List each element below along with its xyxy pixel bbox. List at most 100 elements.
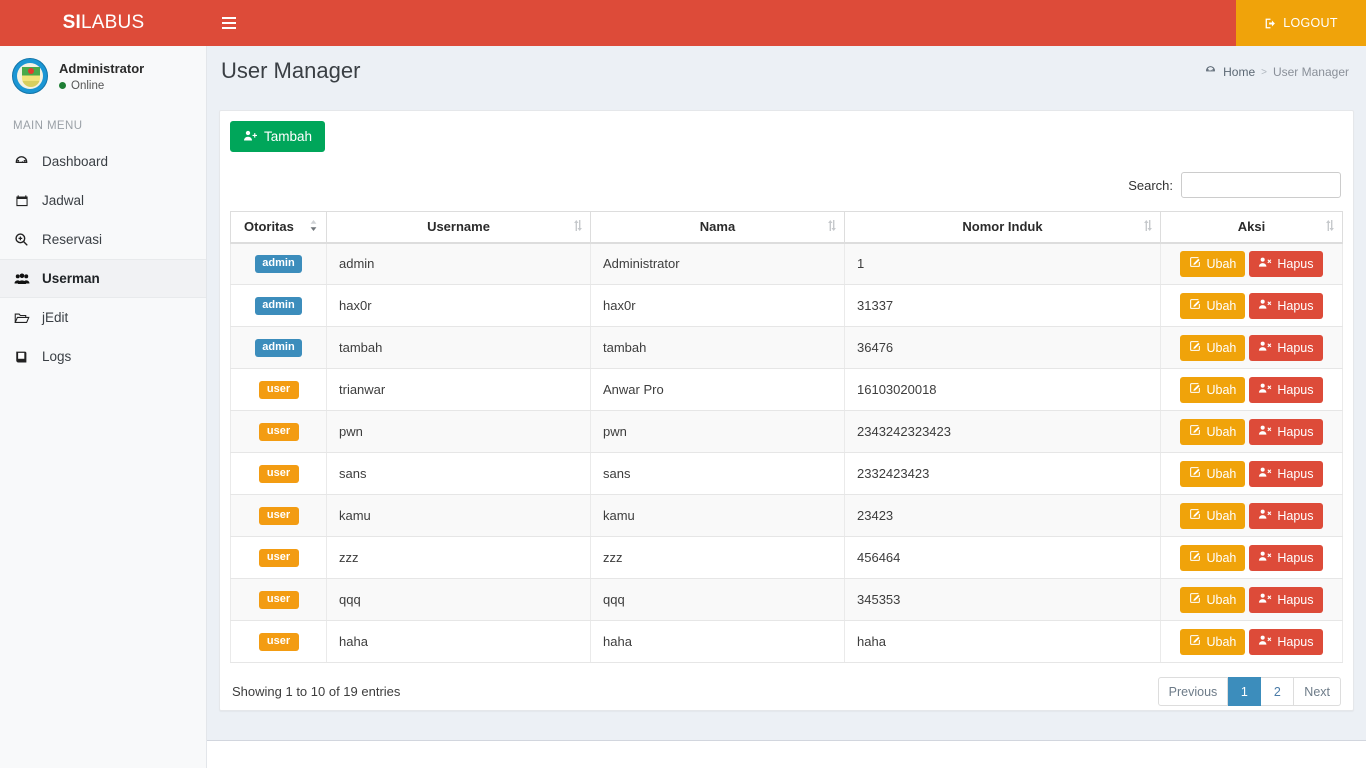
status-badge: user [258, 423, 299, 441]
pagination-1[interactable]: 1 [1228, 677, 1262, 706]
cell-nomor-induk: 16103020018 [844, 368, 1161, 411]
table-row: admin tambah tambah 36476 Ubah Hapus [230, 326, 1343, 369]
edit-label: Ubah [1206, 382, 1237, 397]
cell-otoritas: user [230, 494, 327, 537]
delete-button[interactable]: Hapus [1249, 292, 1323, 319]
edit-button[interactable]: Ubah [1180, 418, 1246, 445]
pagination-next[interactable]: Next [1294, 677, 1341, 706]
edit-label: Ubah [1206, 508, 1237, 523]
user-times-icon [1258, 466, 1272, 481]
hamburger-menu-icon[interactable] [207, 0, 251, 46]
cell-nomor-induk: 2343242323423 [844, 410, 1161, 453]
cell-aksi: Ubah Hapus [1160, 284, 1343, 327]
delete-button[interactable]: Hapus [1249, 376, 1323, 403]
user-times-icon [1258, 508, 1272, 523]
edit-button[interactable]: Ubah [1180, 628, 1246, 655]
logout-label: LOGOUT [1283, 16, 1338, 30]
table-row: admin admin Administrator 1 Ubah Hapus [230, 242, 1343, 285]
profile-name: Administrator [59, 60, 145, 76]
status-badge: user [258, 549, 299, 567]
user-times-icon [1258, 382, 1272, 397]
delete-button[interactable]: Hapus [1249, 502, 1323, 529]
status-badge: user [258, 507, 299, 525]
delete-button[interactable]: Hapus [1249, 544, 1323, 571]
status-badge: user [258, 465, 299, 483]
delete-button[interactable]: Hapus [1249, 250, 1323, 277]
table-body: admin admin Administrator 1 Ubah Hapus admin ha… [230, 242, 1343, 663]
cell-nama: kamu [590, 494, 845, 537]
cell-aksi: Ubah Hapus [1160, 536, 1343, 579]
delete-button[interactable]: Hapus [1249, 334, 1323, 361]
cell-nomor-induk: 36476 [844, 326, 1161, 369]
search-input[interactable] [1181, 172, 1341, 198]
edit-button[interactable]: Ubah [1180, 460, 1246, 487]
cell-nama: Administrator [590, 242, 845, 285]
sidebar-item-jedit[interactable]: jEdit [0, 298, 206, 337]
page-footer [207, 740, 1366, 768]
edit-button[interactable]: Ubah [1180, 292, 1246, 319]
sidebar-item-reservasi[interactable]: Reservasi [0, 220, 206, 259]
cell-nomor-induk: 23423 [844, 494, 1161, 537]
hamburger-bar [222, 17, 236, 19]
pencil-square-icon [1189, 592, 1201, 607]
sidebar-item-userman[interactable]: Userman [0, 259, 206, 298]
user-profile-block[interactable]: Administrator Online [0, 46, 206, 106]
profile-status-label: Online [71, 79, 105, 92]
delete-label: Hapus [1277, 550, 1314, 565]
edit-button[interactable]: Ubah [1180, 376, 1246, 403]
cell-nomor-induk: 1 [844, 242, 1161, 285]
column-header-nomor-induk[interactable]: Nomor Induk [844, 211, 1161, 244]
column-label: Username [427, 219, 490, 235]
delete-button[interactable]: Hapus [1249, 460, 1323, 487]
pencil-square-icon [1189, 256, 1201, 271]
brand-bold-text: SI [62, 12, 82, 33]
cell-otoritas: user [230, 620, 327, 663]
cell-otoritas: user [230, 452, 327, 495]
cell-nama: tambah [590, 326, 845, 369]
cell-nomor-induk: 456464 [844, 536, 1161, 579]
logout-button[interactable]: LOGOUT [1236, 0, 1366, 46]
cell-otoritas: user [230, 536, 327, 579]
delete-label: Hapus [1277, 382, 1314, 397]
cell-username: qqq [326, 578, 591, 621]
add-user-button[interactable]: Tambah [230, 121, 326, 152]
edit-label: Ubah [1206, 424, 1237, 439]
cell-nomor-induk: haha [844, 620, 1161, 663]
users-icon [13, 272, 30, 286]
hamburger-bar [222, 27, 236, 29]
cell-nama: hax0r [590, 284, 845, 327]
status-badge: admin [255, 255, 302, 274]
edit-button[interactable]: Ubah [1180, 334, 1246, 361]
table-head: Otoritas Username Nama Nomor Induk Aksi [230, 211, 1343, 244]
edit-button[interactable]: Ubah [1180, 502, 1246, 529]
sidebar-item-logs[interactable]: Logs [0, 337, 206, 376]
pagination-previous[interactable]: Previous [1157, 677, 1229, 706]
delete-button[interactable]: Hapus [1249, 628, 1323, 655]
column-header-aksi[interactable]: Aksi [1160, 211, 1343, 244]
delete-label: Hapus [1277, 424, 1314, 439]
edit-button[interactable]: Ubah [1180, 250, 1246, 277]
app-brand-logo[interactable]: SI LABUS [0, 0, 207, 46]
sidebar-item-label: Logs [42, 349, 72, 364]
cell-aksi: Ubah Hapus [1160, 410, 1343, 453]
column-label: Aksi [1237, 219, 1266, 235]
pagination-2[interactable]: 2 [1261, 677, 1295, 706]
delete-button[interactable]: Hapus [1249, 586, 1323, 613]
cell-nomor-induk: 345353 [844, 578, 1161, 621]
status-badge: admin [255, 339, 302, 357]
cell-otoritas: user [230, 410, 327, 453]
breadcrumb-home-link[interactable]: Home [1223, 65, 1255, 79]
edit-button[interactable]: Ubah [1180, 544, 1246, 571]
cell-aksi: Ubah Hapus [1160, 578, 1343, 621]
delete-label: Hapus [1277, 256, 1314, 271]
delete-button[interactable]: Hapus [1249, 418, 1323, 445]
sidebar-item-jadwal[interactable]: Jadwal [0, 181, 206, 220]
column-header-otoritas[interactable]: Otoritas [230, 211, 327, 244]
column-header-username[interactable]: Username [326, 211, 591, 244]
edit-button[interactable]: Ubah [1180, 586, 1246, 613]
sidebar-item-dashboard[interactable]: Dashboard [0, 142, 206, 181]
page-header: User Manager Home > User Manager [207, 46, 1366, 94]
user-times-icon [1258, 256, 1272, 271]
column-header-nama[interactable]: Nama [590, 211, 845, 244]
edit-label: Ubah [1206, 466, 1237, 481]
